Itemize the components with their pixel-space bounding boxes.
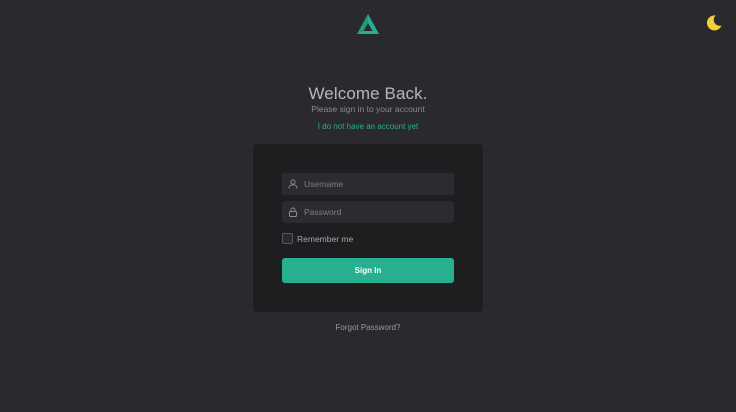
- register-link[interactable]: I do not have an account yet: [0, 122, 736, 131]
- password-field[interactable]: [282, 201, 454, 223]
- user-icon: [288, 179, 298, 189]
- page-title: Welcome Back.: [308, 84, 428, 103]
- page-subtitle: Please sign in to your account: [311, 104, 425, 114]
- remember-me-label[interactable]: Remember me: [297, 234, 353, 244]
- remember-me-row: Remember me: [282, 233, 353, 244]
- forgot-password-link[interactable]: Forgot Password?: [0, 323, 736, 332]
- moon-icon[interactable]: [705, 14, 723, 32]
- sign-in-button[interactable]: Sign In: [282, 258, 454, 283]
- login-card: Remember me Sign In: [253, 144, 483, 312]
- remember-me-checkbox[interactable]: [282, 233, 293, 244]
- lock-icon: [289, 207, 297, 217]
- password-input[interactable]: [304, 207, 444, 217]
- triangle-logo-icon: [357, 14, 379, 34]
- login-page: Welcome Back. Please sign in to your acc…: [0, 0, 736, 412]
- username-input[interactable]: [304, 179, 444, 189]
- username-field[interactable]: [282, 173, 454, 195]
